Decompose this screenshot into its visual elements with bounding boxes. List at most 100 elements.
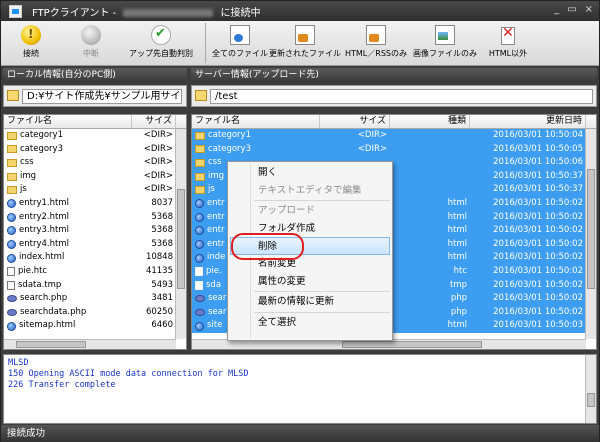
remote-file-size: <DIR> bbox=[357, 130, 387, 140]
log-vertical-scrollbar[interactable] bbox=[585, 355, 596, 423]
local-hscroll-thumb[interactable] bbox=[16, 341, 86, 348]
local-file-size: <DIR> bbox=[143, 184, 173, 195]
context-menu-item[interactable]: アップロード bbox=[228, 202, 392, 220]
local-file-size: 60250 bbox=[145, 306, 173, 317]
maximize-button[interactable]: ▭ bbox=[567, 4, 576, 15]
local-file-row[interactable]: entry1.html 8037 bbox=[4, 197, 186, 211]
html-file-icon bbox=[195, 212, 204, 222]
local-file-row[interactable]: index.html 10848 bbox=[4, 251, 186, 265]
remote-path-input[interactable]: /test bbox=[210, 89, 593, 104]
remote-vertical-scrollbar[interactable] bbox=[585, 129, 596, 339]
remote-file-date: 2016/03/01 10:50:02 bbox=[493, 197, 583, 208]
non-html-button[interactable]: HTML以外 bbox=[478, 21, 538, 65]
remote-file-row[interactable]: category1 <DIR> 2016/03/01 10:50:04 bbox=[192, 129, 596, 143]
log-line: 150 Opening ASCII mode data connection f… bbox=[8, 369, 249, 379]
folder-icon bbox=[195, 90, 207, 101]
updated-files-button[interactable]: 更新されたファイル bbox=[269, 21, 341, 65]
image-files-button[interactable]: 画像ファイルのみ bbox=[412, 21, 478, 65]
local-file-row[interactable]: pie.htc 41135 bbox=[4, 265, 186, 279]
local-file-size: <DIR> bbox=[143, 157, 173, 168]
log-panel[interactable]: MLSD 150 Opening ASCII mode data connect… bbox=[3, 354, 597, 424]
doc-file-icon bbox=[195, 267, 203, 277]
local-file-row[interactable]: img <DIR> bbox=[4, 170, 186, 184]
remote-file-name: sear bbox=[208, 293, 227, 304]
local-file-size: 5368 bbox=[151, 238, 173, 249]
remote-file-name: img bbox=[208, 170, 225, 181]
remote-file-name: js bbox=[208, 184, 215, 195]
remote-file-date: 2016/03/01 10:50:02 bbox=[493, 306, 583, 317]
remote-col-type[interactable]: 種類 bbox=[390, 115, 470, 128]
local-col-size[interactable]: サイズ bbox=[132, 115, 176, 128]
disconnect-label: 中断 bbox=[83, 49, 99, 58]
local-path-input[interactable]: D:¥サイト作成先¥サンプル用サイト bbox=[22, 89, 182, 104]
title-prefix: FTPクライアント - bbox=[32, 7, 117, 19]
context-menu-item[interactable]: 全て選択 bbox=[228, 314, 392, 332]
remote-file-name-cell: category1 bbox=[192, 129, 320, 143]
remote-col-size[interactable]: サイズ bbox=[320, 115, 390, 128]
local-file-size: 5368 bbox=[151, 225, 173, 236]
local-file-size: 6460 bbox=[151, 320, 173, 331]
folder-icon bbox=[7, 186, 17, 195]
close-button[interactable]: × bbox=[585, 4, 593, 15]
local-file-row[interactable]: sdata.tmp 5493 bbox=[4, 279, 186, 293]
context-menu-item[interactable]: テキストエディタで編集 bbox=[228, 182, 392, 200]
minimize-button[interactable]: _ bbox=[554, 4, 559, 15]
remote-file-name: entr bbox=[207, 238, 225, 249]
folder-icon bbox=[7, 172, 17, 181]
local-file-name-cell: category3 bbox=[4, 143, 132, 157]
local-file-row[interactable]: entry3.html 5368 bbox=[4, 224, 186, 238]
local-file-row[interactable]: js <DIR> bbox=[4, 183, 186, 197]
local-file-list[interactable]: ファイル名 サイズ category1 <DIR> category3 <DIR> cs… bbox=[3, 114, 187, 350]
remote-hscroll-thumb[interactable] bbox=[342, 341, 482, 348]
auto-detect-button[interactable]: アップ先自動判別 bbox=[121, 21, 201, 65]
local-file-row[interactable]: category1 <DIR> bbox=[4, 129, 186, 143]
remote-file-date: 2016/03/01 10:50:02 bbox=[493, 225, 583, 236]
log-scroll-thumb[interactable] bbox=[587, 393, 595, 407]
html-rss-button[interactable]: HTML／RSSのみ bbox=[340, 21, 412, 65]
highlight-annotation bbox=[231, 233, 304, 260]
html-file-icon bbox=[195, 240, 204, 250]
updated-files-label: 更新されたファイル bbox=[269, 49, 341, 58]
disconnect-button[interactable]: 中断 bbox=[61, 21, 121, 65]
local-file-row[interactable]: searchdata.php 60250 bbox=[4, 306, 186, 320]
remote-file-name: inde bbox=[207, 252, 226, 263]
folder-icon bbox=[7, 131, 17, 140]
local-file-row[interactable]: css <DIR> bbox=[4, 156, 186, 170]
local-file-name: pie.htc bbox=[18, 265, 48, 276]
all-files-button[interactable]: 全てのファイル bbox=[210, 21, 270, 65]
remote-file-type: tmp bbox=[449, 279, 467, 290]
context-menu-item[interactable]: 開く bbox=[228, 164, 392, 182]
remote-file-row[interactable]: category3 <DIR> 2016/03/01 10:50:05 bbox=[192, 142, 596, 157]
folder-icon bbox=[7, 158, 17, 167]
remote-file-type bbox=[390, 143, 470, 157]
folder-icon bbox=[195, 131, 205, 140]
local-horizontal-scrollbar[interactable] bbox=[4, 339, 176, 349]
local-file-name-cell: entry1.html bbox=[4, 197, 132, 211]
remote-scroll-thumb[interactable] bbox=[587, 169, 595, 289]
local-file-row[interactable]: search.php 3481 bbox=[4, 292, 186, 306]
remote-col-date[interactable]: 更新日時 bbox=[470, 115, 586, 128]
local-vertical-scrollbar[interactable] bbox=[175, 129, 186, 339]
context-menu-item[interactable]: 最新の情報に更新 bbox=[228, 293, 392, 311]
local-scroll-thumb[interactable] bbox=[177, 189, 185, 289]
local-file-row[interactable]: entry2.html 5368 bbox=[4, 211, 186, 225]
remote-file-date: 2016/03/01 10:50:37 bbox=[493, 170, 583, 181]
html-file-icon bbox=[7, 226, 16, 236]
local-file-row[interactable]: sitemap.html 6460 bbox=[4, 319, 186, 333]
connect-button[interactable]: 接続 bbox=[1, 21, 61, 65]
local-path-bar: D:¥サイト作成先¥サンプル用サイト bbox=[3, 85, 187, 107]
local-file-row[interactable]: entry4.html 5368 bbox=[4, 238, 186, 252]
local-column-header: ファイル名 サイズ bbox=[4, 115, 186, 129]
local-col-name[interactable]: ファイル名 bbox=[4, 115, 132, 128]
context-menu-item[interactable]: 属性の変更 bbox=[228, 273, 392, 291]
remote-col-name[interactable]: ファイル名 bbox=[192, 115, 320, 128]
local-file-row[interactable]: category3 <DIR> bbox=[4, 143, 186, 157]
remote-file-name: entr bbox=[207, 211, 225, 222]
file-icon bbox=[230, 25, 250, 45]
remote-file-name: category3 bbox=[208, 143, 251, 154]
local-file-name: sitemap.html bbox=[19, 320, 76, 331]
remote-file-type: php bbox=[450, 306, 467, 317]
html-rss-label: HTML／RSSのみ bbox=[345, 49, 407, 58]
remote-file-date: 2016/03/01 10:50:02 bbox=[493, 265, 583, 276]
no-html-icon bbox=[498, 25, 518, 45]
